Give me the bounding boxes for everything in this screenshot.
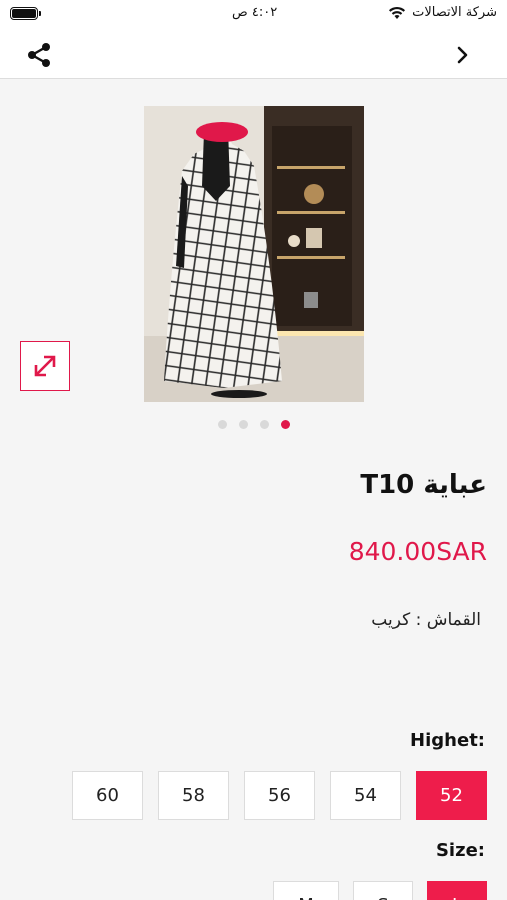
- product-image[interactable]: [144, 106, 364, 402]
- gallery-dot[interactable]: [259, 420, 269, 429]
- height-option[interactable]: 56: [244, 771, 315, 820]
- gallery-dot[interactable]: [238, 420, 248, 429]
- gallery-dot-active[interactable]: [280, 420, 290, 429]
- size-option[interactable]: S: [353, 881, 413, 900]
- product-fabric: القماش : كريب: [371, 610, 481, 630]
- height-options: 52 54 56 58 60: [72, 771, 487, 820]
- height-option[interactable]: 60: [72, 771, 143, 820]
- size-options: L S M: [273, 881, 487, 900]
- size-option[interactable]: M: [273, 881, 339, 900]
- height-label: Highet:: [410, 730, 485, 751]
- status-bar: ٤:٠٢ ص شركة الاتصالات: [0, 0, 507, 30]
- size-label: Size:: [435, 840, 485, 861]
- height-option[interactable]: 54: [330, 771, 401, 820]
- battery-icon: [10, 7, 41, 20]
- status-carrier: شركة الاتصالات: [388, 5, 497, 20]
- gallery-dot[interactable]: [217, 420, 227, 429]
- share-button[interactable]: [24, 40, 54, 70]
- abaya-photo: [144, 106, 364, 402]
- back-button[interactable]: [453, 42, 473, 68]
- nav-bar: [0, 30, 507, 79]
- product-title: عباية T10: [360, 470, 487, 500]
- height-option[interactable]: 58: [158, 771, 229, 820]
- wifi-icon: [389, 6, 406, 19]
- product-price: 840.00SAR: [348, 537, 487, 566]
- size-option[interactable]: L: [427, 881, 487, 900]
- chevron-right-icon: [457, 46, 468, 64]
- status-time: ٤:٠٢ ص: [232, 5, 278, 20]
- expand-icon: [34, 355, 56, 377]
- gallery-pagination: [0, 420, 507, 429]
- share-icon: [28, 43, 50, 67]
- height-option[interactable]: 52: [416, 771, 487, 820]
- carrier-name: شركة الاتصالات: [412, 5, 497, 20]
- expand-button[interactable]: [20, 341, 70, 391]
